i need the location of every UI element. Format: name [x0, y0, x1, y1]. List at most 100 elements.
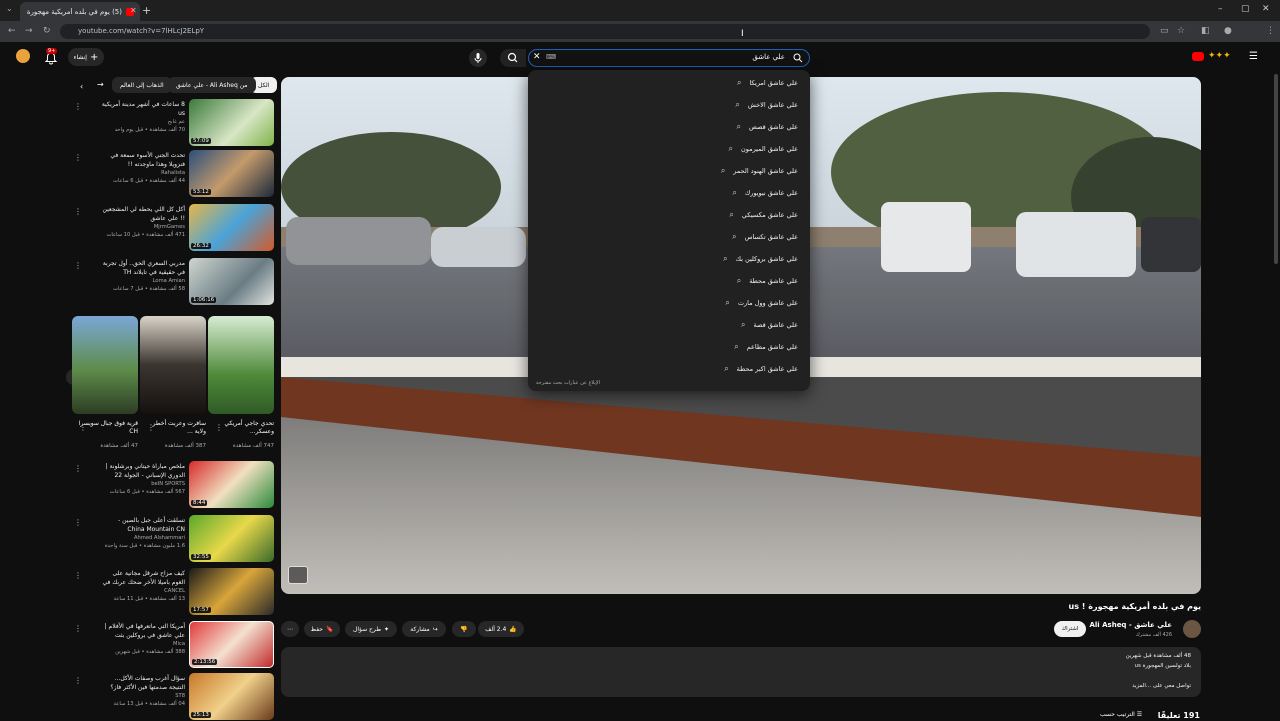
video-thumbnail[interactable]: 17:57 — [189, 568, 274, 615]
list-item[interactable]: 53:12 ⋮ تحدث الجني الأسوء سمعة في فنزويل… — [74, 150, 275, 198]
tab-list-icon[interactable]: ⌄ — [6, 4, 13, 13]
chips-next-icon[interactable]: → — [97, 80, 104, 89]
share-button[interactable]: ↪ مشاركة — [402, 621, 446, 637]
list-item[interactable]: 2:13:56 ⋮ أمريكا التي ماتعرفها في الأفلا… — [74, 621, 275, 669]
hamburger-menu-icon[interactable]: ☰ — [1249, 51, 1258, 62]
channel-name[interactable]: Ahmed Alshammari — [100, 535, 185, 541]
suggestion-item[interactable]: علي عاشق الميرمون ⌕ — [729, 144, 799, 154]
channel-name[interactable]: Mica — [100, 641, 185, 647]
chips-prev-icon[interactable]: ‹ — [80, 82, 83, 91]
youtube-logo-icon[interactable] — [1192, 52, 1204, 61]
suggestion-item[interactable]: علي عاشق نيويورك ⌕ — [732, 188, 798, 198]
bookmark-star-icon[interactable]: ☆ — [1177, 26, 1185, 36]
page-scrollbar[interactable] — [1274, 74, 1278, 264]
more-options-icon[interactable]: ⋮ — [74, 261, 82, 270]
save-button[interactable]: 🔖 حفظ — [304, 621, 340, 637]
list-item[interactable]: 26:32 ⋮ أكل كل اللي يحطه لي المشجعين !! … — [74, 204, 275, 252]
profile-icon[interactable]: ● — [1224, 26, 1232, 36]
channel-name[interactable]: Loma Amian — [100, 278, 185, 284]
list-item[interactable]: 17:57 ⋮ كيف مزاح شرقل مجانية على الغوم ب… — [74, 568, 275, 616]
more-options-icon[interactable]: ⋮ — [74, 207, 82, 216]
create-button[interactable]: إنشاء + — [68, 48, 104, 66]
channel-avatar[interactable] — [1183, 620, 1201, 638]
channel-watermark-icon[interactable] — [288, 566, 308, 584]
short-more-icon[interactable]: ⋮ — [147, 423, 155, 432]
video-title[interactable]: أكل كل اللي يحطه لي المشجعين !! علي عاشق — [100, 205, 185, 223]
close-window-icon[interactable]: ✕ — [1262, 4, 1270, 14]
more-options-icon[interactable]: ⋮ — [74, 624, 82, 633]
maximize-icon[interactable]: ▢ — [1241, 4, 1250, 14]
channel-name[interactable]: beIN SPORTS — [100, 481, 185, 487]
chip-travel[interactable]: الذهاب إلى العالم — [112, 77, 172, 93]
video-title[interactable]: تسلقت أعلى جبل بالصين - China Mountain C… — [100, 516, 185, 534]
video-thumbnail[interactable]: 25:13 — [189, 673, 274, 720]
video-thumbnail[interactable]: 2:13:56 — [189, 621, 274, 668]
channel-name[interactable]: عم غابح — [100, 119, 185, 125]
keyboard-icon[interactable]: ⌨ — [546, 53, 556, 61]
video-thumbnail[interactable]: 26:32 — [189, 204, 274, 251]
video-title[interactable]: كيف مزاح شرقل مجانية على الغوم باميلا ال… — [100, 569, 185, 587]
like-button[interactable]: 👍 2.4 ألف — [478, 621, 524, 637]
subscribe-button[interactable]: اشتراك — [1054, 621, 1086, 637]
report-suggestions-link[interactable]: الإبلاغ عن عبارات بحث مقترحة — [536, 380, 600, 386]
video-thumbnail[interactable]: 8:44 — [189, 461, 274, 508]
doodle-icon[interactable]: ✦✦✦ — [1208, 51, 1231, 61]
more-options-icon[interactable]: ⋮ — [74, 153, 82, 162]
suggestion-item[interactable]: علي عاشق مكسيكي ⌕ — [729, 210, 798, 220]
video-thumbnail[interactable]: 57:09 — [189, 99, 274, 146]
more-options-icon[interactable]: ⋮ — [74, 676, 82, 685]
description-box[interactable]: 48 ألف مشاهدة قبل شهرين بلاد تولسين المه… — [281, 647, 1201, 697]
suggestion-item[interactable]: علي عاشق قصة ⌕ — [741, 320, 798, 330]
notifications-button[interactable]: 9+ — [44, 48, 58, 65]
channel-name[interactable]: Rahalista — [100, 170, 185, 176]
back-icon[interactable]: ← — [8, 26, 16, 36]
account-avatar[interactable] — [16, 49, 30, 63]
short-title[interactable]: سافرت وعربت أخطر ولاية ... — [146, 420, 206, 436]
video-title[interactable]: تحدث الجني الأسوء سمعة في فنزويلا وهذا م… — [100, 151, 185, 169]
close-tab-icon[interactable]: ✕ — [130, 6, 137, 15]
video-title[interactable]: سؤال أغرب وصفات الأكل... النتيجة صدمتها … — [100, 674, 185, 692]
list-item[interactable]: 32:55 ⋮ تسلقت أعلى جبل بالصين - China Mo… — [74, 515, 275, 563]
new-tab-icon[interactable]: + — [142, 4, 151, 17]
search-input[interactable]: ✕ ⌨ علي عاشق — [528, 49, 810, 67]
cast-icon[interactable]: ▭ — [1160, 26, 1169, 36]
video-title[interactable]: مدربي السعري الحق.. أول تجربة في حقيقية … — [100, 259, 185, 277]
suggestion-item[interactable]: علي عاشق قصص ⌕ — [737, 122, 799, 132]
dislike-button[interactable]: 👎 — [452, 621, 476, 637]
list-item[interactable]: 1:06:16 ⋮ مدربي السعري الحق.. أول تجربة … — [74, 258, 275, 306]
suggestion-item[interactable]: علي عاشق وول مارت ⌕ — [725, 298, 798, 308]
voice-search-button[interactable] — [469, 49, 487, 67]
list-item[interactable]: 25:13 ⋮ سؤال أغرب وصفات الأكل... النتيجة… — [74, 673, 275, 721]
suggestion-item[interactable]: علي عاشق تكساس ⌕ — [732, 232, 798, 242]
channel-name[interactable]: CANCEL — [100, 588, 185, 594]
suggestion-item[interactable]: علي عاشق مطاعم ⌕ — [734, 342, 798, 352]
short-more-icon[interactable]: ⋮ — [215, 423, 223, 432]
suggestion-item[interactable]: علي عاشق اكبر محطة ⌕ — [724, 364, 798, 374]
suggestion-item[interactable]: علي عاشق الاخش ⌕ — [735, 100, 798, 110]
short-thumbnail[interactable] — [208, 316, 274, 414]
video-title[interactable]: 8 ساعات في أشهر مدينة أمريكية us — [100, 100, 185, 118]
address-bar[interactable]: youtube.com/watch?v=7lHLcJ2ELpY — [60, 24, 1150, 39]
suggestion-item[interactable]: علي عاشق محطة ⌕ — [737, 276, 798, 286]
list-item[interactable]: 8:44 ⋮ ملخص مباراة حيتاني وبرشلونة | الد… — [74, 461, 275, 509]
channel-name-main[interactable]: علي عاشق - Ali Asheq — [1089, 621, 1172, 629]
channel-name[interactable]: ST8 — [100, 693, 185, 699]
short-thumbnail[interactable] — [140, 316, 206, 414]
extensions-icon[interactable]: ◧ — [1201, 26, 1210, 36]
video-thumbnail[interactable]: 53:12 — [189, 150, 274, 197]
browser-tab[interactable]: (5) يوم في بلده أمريكية مهجورة — [20, 2, 140, 21]
channel-name[interactable]: MjrmGames — [100, 224, 185, 230]
more-options-icon[interactable]: ⋮ — [74, 464, 82, 473]
more-options-icon[interactable]: ⋮ — [74, 518, 82, 527]
minimize-icon[interactable]: – — [1218, 4, 1223, 14]
forward-icon[interactable]: → — [25, 26, 33, 36]
search-button[interactable] — [500, 49, 526, 67]
reload-icon[interactable]: ↻ — [43, 26, 51, 36]
short-thumbnail[interactable] — [72, 316, 138, 414]
ask-question-button[interactable]: ✦ طرح سؤال — [345, 621, 397, 637]
video-thumbnail[interactable]: 1:06:16 — [189, 258, 274, 305]
suggestion-item[interactable]: علي عاشق امريكا ⌕ — [737, 78, 798, 88]
description-more[interactable]: تواصل معي على ...المزيد — [1132, 683, 1191, 689]
video-thumbnail[interactable]: 32:55 — [189, 515, 274, 562]
short-title[interactable]: قرية فوق جبال سويسرا CH — [78, 420, 138, 436]
